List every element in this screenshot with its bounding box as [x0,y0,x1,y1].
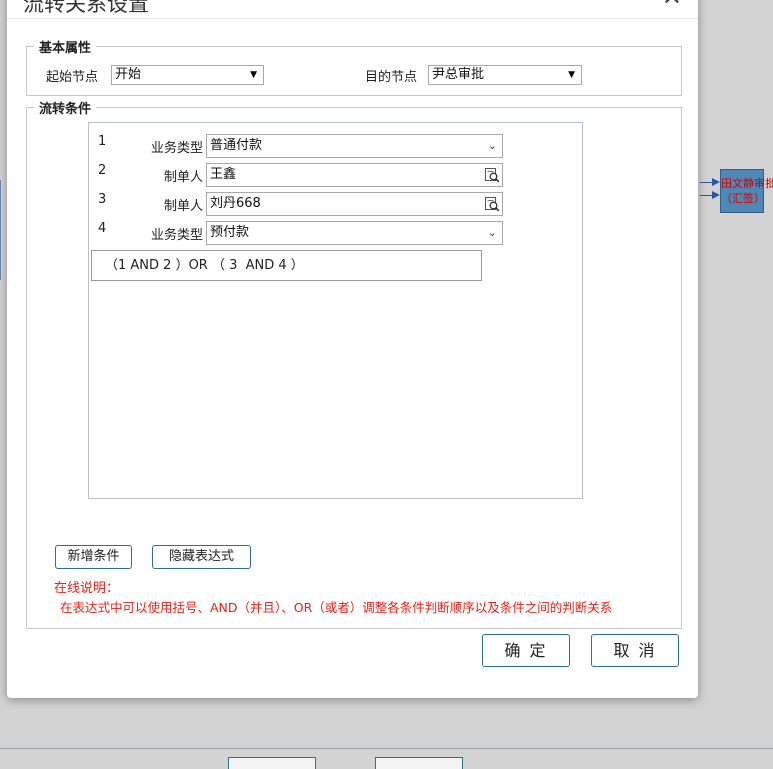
start-node-select[interactable]: 开始 ▼ [111,65,264,85]
start-node-label: 起始节点 [46,70,99,85]
close-icon[interactable]: ✕ [662,0,682,9]
workflow-node-label: 田文静审批 [721,177,773,190]
condition-value-lookup[interactable]: 王鑫 [206,163,503,187]
target-node-label: 目的节点 [365,70,418,85]
flow-relation-dialog: 流转关系设置 ✕ 基本属性 起始节点 开始 ▼ 目的节点 尹总审批 ▼ 流转条件… [7,0,698,698]
workflow-node-sublabel: （汇签） [721,192,765,205]
condition-value-lookup[interactable]: 刘丹668 [206,192,503,216]
basic-properties-legend: 基本属性 [39,41,92,56]
online-help-title: 在线说明： [54,581,120,596]
add-condition-button[interactable]: 新增条件 [55,545,132,569]
canvas-connector-line [0,180,1,280]
start-node-value: 开始 [115,67,142,82]
condition-field-label: 制单人 [163,199,203,214]
chevron-down-icon: ⌄ [487,139,497,152]
condition-value-select[interactable]: 普通付款 ⌄ [206,134,503,158]
condition-value: 预付款 [210,225,250,240]
condition-value: 刘丹668 [210,196,261,211]
ok-button[interactable]: 确 定 [482,634,570,667]
target-node-select[interactable]: 尹总审批 ▼ [428,65,582,85]
condition-value-select[interactable]: 预付款 ⌄ [206,221,503,245]
target-node-value: 尹总审批 [432,67,485,82]
hide-expression-button[interactable]: 隐藏表达式 [152,545,251,569]
condition-number: 2 [98,163,107,178]
dropdown-arrow-icon: ▼ [250,70,257,80]
online-help-text: 在表达式中可以使用括号、AND（并且）、OR（或者）调整各条件判断顺序以及条件之… [60,600,613,615]
flow-conditions-legend: 流转条件 [39,102,92,117]
canvas-footer-button[interactable] [228,757,316,769]
condition-field-label: 业务类型 [150,228,203,243]
workflow-node[interactable]: 田文静审批 （汇签） [720,169,773,213]
condition-number: 1 [98,134,107,149]
condition-field-label: 制单人 [163,170,203,185]
canvas-footer-divider [0,748,773,749]
condition-number: 4 [98,221,107,236]
canvas-arrow [700,178,720,186]
condition-value: 王鑫 [210,167,237,182]
title-divider [7,18,698,19]
dropdown-arrow-icon: ▼ [568,70,575,80]
condition-number: 3 [98,192,107,207]
chevron-down-icon: ⌄ [487,226,497,239]
canvas-arrow [700,191,720,199]
cancel-button[interactable]: 取 消 [591,634,679,667]
lookup-icon[interactable] [484,196,500,212]
condition-value: 普通付款 [210,138,263,153]
lookup-icon[interactable] [484,167,500,183]
condition-field-label: 业务类型 [150,141,203,156]
dialog-title: 流转关系设置 [23,0,149,16]
canvas-footer-button[interactable] [375,757,463,769]
expression-input[interactable]: （1 AND 2 ）OR （ 3 AND 4 ） [91,250,482,281]
